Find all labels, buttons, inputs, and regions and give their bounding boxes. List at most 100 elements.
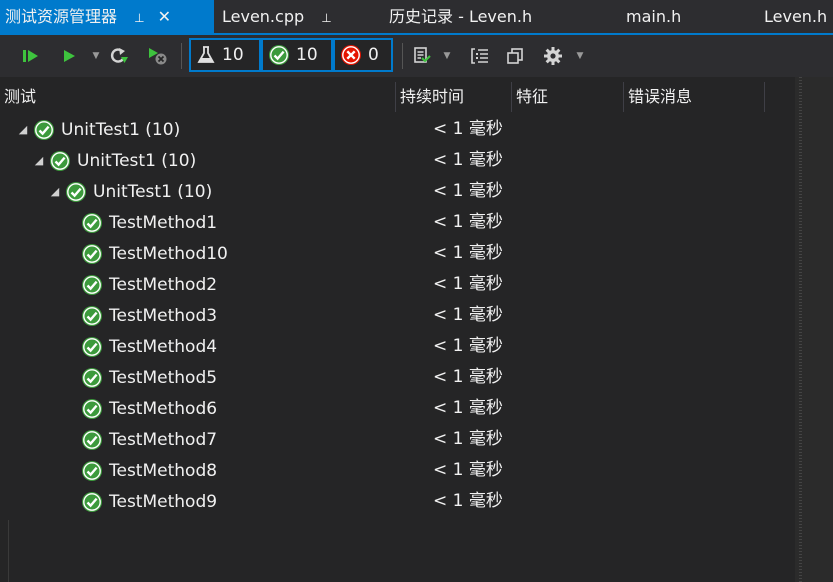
- test-name: TestMethod2: [109, 274, 218, 295]
- test-name: TestMethod5: [109, 367, 218, 388]
- test-duration: < 1 毫秒: [433, 181, 503, 201]
- tab-label: 测试资源管理器: [5, 7, 118, 26]
- tab-label: 历史记录 - Leven.h: [389, 7, 533, 26]
- tab-main-h[interactable]: main.h: [626, 0, 681, 33]
- cancel-button[interactable]: [146, 35, 170, 77]
- tree-group-row[interactable]: ◢ UnitTest1 (10) < 1 毫秒: [0, 114, 795, 145]
- tab-test-explorer[interactable]: 测试资源管理器 ⊥ ✕: [0, 0, 214, 33]
- total-tests-filter[interactable]: 10: [189, 38, 261, 72]
- test-name: TestMethod9: [109, 491, 218, 512]
- test-duration: < 1 毫秒: [433, 367, 503, 387]
- passed-check-icon: [82, 398, 102, 419]
- group-by-button[interactable]: [468, 35, 492, 77]
- playlist-icon: [414, 47, 431, 63]
- run-all-button[interactable]: [18, 35, 44, 77]
- pin-icon[interactable]: ⊥: [134, 11, 144, 25]
- cancel-icon: [149, 48, 167, 65]
- toolbar-separator: [181, 43, 182, 69]
- test-duration: < 1 毫秒: [433, 150, 503, 170]
- column-header-error-message[interactable]: 错误消息: [624, 82, 765, 112]
- passed-check-icon: [82, 274, 102, 295]
- run-icon: [64, 50, 75, 62]
- total-count: 10: [222, 45, 244, 65]
- tree-test-row[interactable]: TestMethod1 < 1 毫秒: [0, 207, 795, 238]
- passed-check-icon: [66, 181, 86, 202]
- passed-tests-filter[interactable]: 10: [261, 38, 333, 72]
- tree-test-row[interactable]: TestMethod6 < 1 毫秒: [0, 393, 795, 424]
- copy-icon: [507, 48, 523, 64]
- expand-icon[interactable]: ◢: [16, 123, 30, 136]
- tree-test-row[interactable]: TestMethod10 < 1 毫秒: [0, 238, 795, 269]
- repeat-run-button[interactable]: [107, 35, 131, 77]
- expand-icon[interactable]: ◢: [32, 154, 46, 167]
- refresh-icon: [110, 48, 128, 63]
- test-name: TestMethod7: [109, 429, 218, 450]
- passed-check-icon: [50, 150, 70, 171]
- passed-check-icon: [82, 367, 102, 388]
- run-dropdown-arrow[interactable]: ▼: [89, 35, 103, 77]
- failed-tests-filter[interactable]: 0: [333, 38, 393, 72]
- test-name: TestMethod6: [109, 398, 218, 419]
- column-header-row: 测试 持续时间 特征 错误消息: [0, 82, 795, 112]
- test-name: UnitTest1 (10): [61, 119, 181, 140]
- test-duration: < 1 毫秒: [433, 274, 503, 294]
- passed-check-icon: [82, 336, 102, 357]
- passed-check-icon: [82, 305, 102, 326]
- test-name: TestMethod10: [109, 243, 228, 264]
- run-button[interactable]: [58, 35, 80, 77]
- document-tab-strip: 测试资源管理器 ⊥ ✕ Leven.cpp ⊥ 历史记录 - Leven.h m…: [0, 0, 833, 33]
- column-header-test[interactable]: 测试: [0, 82, 396, 112]
- panel-left-border: [8, 520, 9, 582]
- tree-test-row[interactable]: TestMethod4 < 1 毫秒: [0, 331, 795, 362]
- test-duration: < 1 毫秒: [433, 212, 503, 232]
- tab-leven-cpp[interactable]: Leven.cpp ⊥: [222, 0, 332, 33]
- column-header-duration[interactable]: 持续时间: [396, 82, 512, 112]
- test-duration: < 1 毫秒: [433, 491, 503, 511]
- tab-leven-h[interactable]: Leven.h: [764, 0, 827, 33]
- playlist-dropdown-arrow[interactable]: ▼: [440, 35, 454, 77]
- tree-test-row[interactable]: TestMethod7 < 1 毫秒: [0, 424, 795, 455]
- failed-count: 0: [368, 45, 379, 65]
- tab-label: main.h: [626, 7, 682, 26]
- test-duration: < 1 毫秒: [433, 305, 503, 325]
- playlist-button[interactable]: [410, 35, 434, 77]
- passed-check-icon: [34, 119, 54, 140]
- test-duration: < 1 毫秒: [433, 336, 503, 356]
- tree-test-row[interactable]: TestMethod3 < 1 毫秒: [0, 300, 795, 331]
- tree-group-row[interactable]: ◢ UnitTest1 (10) < 1 毫秒: [0, 176, 795, 207]
- toolbar-separator: [402, 43, 403, 69]
- pin-icon[interactable]: ⊥: [321, 11, 331, 25]
- close-icon[interactable]: ✕: [158, 7, 171, 26]
- test-duration: < 1 毫秒: [433, 429, 503, 449]
- tree-test-row[interactable]: TestMethod5 < 1 毫秒: [0, 362, 795, 393]
- run-all-icon: [23, 50, 38, 62]
- tree-test-row[interactable]: TestMethod9 < 1 毫秒: [0, 486, 795, 517]
- failed-icon: [341, 45, 361, 65]
- copy-button[interactable]: [503, 35, 527, 77]
- passed-icon: [269, 45, 289, 65]
- tab-label: Leven.cpp: [222, 7, 305, 26]
- test-duration: < 1 毫秒: [433, 398, 503, 418]
- tree-group-row[interactable]: ◢ UnitTest1 (10) < 1 毫秒: [0, 145, 795, 176]
- tab-label: Leven.h: [764, 7, 828, 26]
- passed-check-icon: [82, 460, 102, 481]
- expand-icon[interactable]: ◢: [48, 185, 62, 198]
- passed-check-icon: [82, 429, 102, 450]
- group-by-icon: [471, 48, 488, 64]
- test-name: TestMethod4: [109, 336, 218, 357]
- settings-button[interactable]: [540, 35, 566, 77]
- test-name: UnitTest1 (10): [77, 150, 197, 171]
- settings-dropdown-arrow[interactable]: ▼: [573, 35, 587, 77]
- test-name: TestMethod8: [109, 460, 218, 481]
- tree-test-row[interactable]: TestMethod8 < 1 毫秒: [0, 455, 795, 486]
- passed-check-icon: [82, 243, 102, 264]
- flask-icon: [197, 46, 215, 63]
- test-duration: < 1 毫秒: [433, 460, 503, 480]
- column-header-traits[interactable]: 特征: [512, 82, 624, 112]
- tab-history-leven-h[interactable]: 历史记录 - Leven.h: [389, 0, 532, 33]
- test-name: UnitTest1 (10): [93, 181, 213, 202]
- tree-test-row[interactable]: TestMethod2 < 1 毫秒: [0, 269, 795, 300]
- passed-count: 10: [296, 45, 318, 65]
- scroll-gutter-grip: [799, 77, 802, 582]
- settings-icon: [544, 47, 562, 65]
